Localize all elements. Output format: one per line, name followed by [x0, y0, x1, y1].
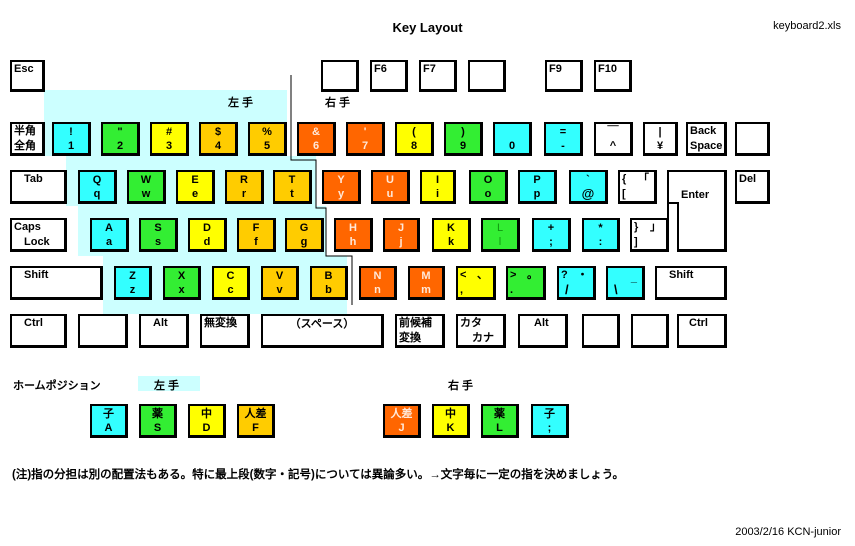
- key-backslash[interactable]: _ \: [606, 266, 645, 300]
- key-at[interactable]: ` @: [569, 170, 608, 204]
- key-y[interactable]: Yy: [322, 170, 361, 204]
- key-i[interactable]: Ii: [420, 170, 456, 204]
- key-del[interactable]: Del: [735, 170, 770, 204]
- key-hankaku[interactable]: 半角 全角: [10, 122, 45, 156]
- key-n[interactable]: Nn: [359, 266, 397, 300]
- key-close-bracket[interactable]: }」]: [630, 218, 669, 252]
- key-8[interactable]: (8: [395, 122, 434, 156]
- key-9[interactable]: ) 9: [444, 122, 483, 156]
- key-w[interactable]: Ww: [127, 170, 166, 204]
- home-left-hand-label: 左 手: [138, 376, 200, 392]
- key-a[interactable]: Aa: [90, 218, 129, 252]
- key-comma[interactable]: <、,: [456, 266, 496, 300]
- key-4[interactable]: $4: [199, 122, 238, 156]
- key-2[interactable]: " 2: [101, 122, 140, 156]
- key-e[interactable]: Ee: [176, 170, 215, 204]
- key-enter-lower[interactable]: [677, 202, 727, 252]
- key-alt-right[interactable]: Alt: [518, 314, 568, 348]
- key-space[interactable]: （スペース）: [261, 314, 384, 348]
- key-enter-notch: [667, 202, 678, 204]
- key-katakana[interactable]: カタ カナ: [456, 314, 506, 348]
- key-s[interactable]: Ss: [139, 218, 178, 252]
- home-key-d[interactable]: 中D: [188, 404, 226, 438]
- key-u[interactable]: Uu: [371, 170, 410, 204]
- key-colon[interactable]: *:: [582, 218, 620, 252]
- key-esc[interactable]: Esc: [10, 60, 45, 92]
- key-slash[interactable]: ? ・ /: [557, 266, 596, 300]
- key-h[interactable]: Hh: [334, 218, 373, 252]
- key-ctrl-right[interactable]: Ctrl: [677, 314, 727, 348]
- home-key-k[interactable]: 中K: [432, 404, 470, 438]
- home-key-j[interactable]: 人差 J: [383, 404, 421, 438]
- key-blank[interactable]: [468, 60, 506, 92]
- key-5[interactable]: % 5: [248, 122, 287, 156]
- key-g[interactable]: Gg: [285, 218, 324, 252]
- key-shift-left[interactable]: Shift: [10, 266, 103, 300]
- key-f10[interactable]: F10: [594, 60, 632, 92]
- key-blank[interactable]: [631, 314, 669, 348]
- key-f7[interactable]: F7: [419, 60, 457, 92]
- key-tab[interactable]: Tab: [10, 170, 67, 204]
- key-0[interactable]: 0: [493, 122, 532, 156]
- key-c[interactable]: Cc: [212, 266, 250, 300]
- key-b[interactable]: Bb: [310, 266, 348, 300]
- key-q[interactable]: Qq: [78, 170, 117, 204]
- key-p[interactable]: Pp: [518, 170, 557, 204]
- key-semicolon[interactable]: +;: [532, 218, 571, 252]
- home-key-s[interactable]: 薬S: [139, 404, 177, 438]
- key-r[interactable]: Rr: [225, 170, 264, 204]
- key-capslock[interactable]: Caps Lock: [10, 218, 67, 252]
- key-f9[interactable]: F9: [545, 60, 583, 92]
- key-t[interactable]: Tt: [273, 170, 312, 204]
- home-right-hand-label: 右 手: [448, 380, 474, 392]
- key-muhenkan[interactable]: 無変換: [200, 314, 250, 348]
- key-caret[interactable]: ￣ ^: [594, 122, 633, 156]
- key-1[interactable]: ! 1: [52, 122, 91, 156]
- key-ctrl-left[interactable]: Ctrl: [10, 314, 67, 348]
- home-key-l[interactable]: 薬L: [481, 404, 519, 438]
- key-o[interactable]: Oo: [469, 170, 508, 204]
- key-minus[interactable]: = -: [544, 122, 583, 156]
- home-key-a[interactable]: 子A: [90, 404, 128, 438]
- key-henkan[interactable]: 前候補 変換: [395, 314, 445, 348]
- home-key-semicolon[interactable]: 子;: [531, 404, 569, 438]
- key-open-bracket[interactable]: {「[: [618, 170, 657, 204]
- key-shift-right[interactable]: Shift: [655, 266, 727, 300]
- key-k[interactable]: Kk: [432, 218, 471, 252]
- key-3[interactable]: #3: [150, 122, 189, 156]
- home-position-label: ホームポジション: [13, 380, 101, 392]
- key-f6[interactable]: F6: [370, 60, 408, 92]
- key-v[interactable]: Vv: [261, 266, 299, 300]
- key-period[interactable]: >。.: [506, 266, 546, 300]
- key-blank[interactable]: [735, 122, 770, 156]
- key-backspace[interactable]: Back Space: [686, 122, 727, 156]
- key-m[interactable]: Mm: [408, 266, 445, 300]
- key-f[interactable]: Ff: [237, 218, 276, 252]
- key-alt-left[interactable]: Alt: [139, 314, 189, 348]
- footnote: (注)指の分担は別の配置法もある。特に最上段(数字・記号)については異論多い。→…: [12, 469, 625, 481]
- home-key-f[interactable]: 人差 F: [237, 404, 275, 438]
- key-blank[interactable]: [582, 314, 620, 348]
- key-blank[interactable]: [321, 60, 359, 92]
- key-x[interactable]: Xx: [163, 266, 201, 300]
- key-6[interactable]: & 6: [297, 122, 336, 156]
- key-z[interactable]: Zz: [114, 266, 152, 300]
- key-d[interactable]: Dd: [188, 218, 227, 252]
- key-7[interactable]: ' 7: [346, 122, 385, 156]
- key-yen[interactable]: | ¥: [643, 122, 678, 156]
- key-blank[interactable]: [78, 314, 128, 348]
- key-l[interactable]: Ll: [481, 218, 520, 252]
- footer-date-author: 2003/2/16 KCN-junior: [735, 526, 841, 538]
- key-j[interactable]: Jj: [383, 218, 420, 252]
